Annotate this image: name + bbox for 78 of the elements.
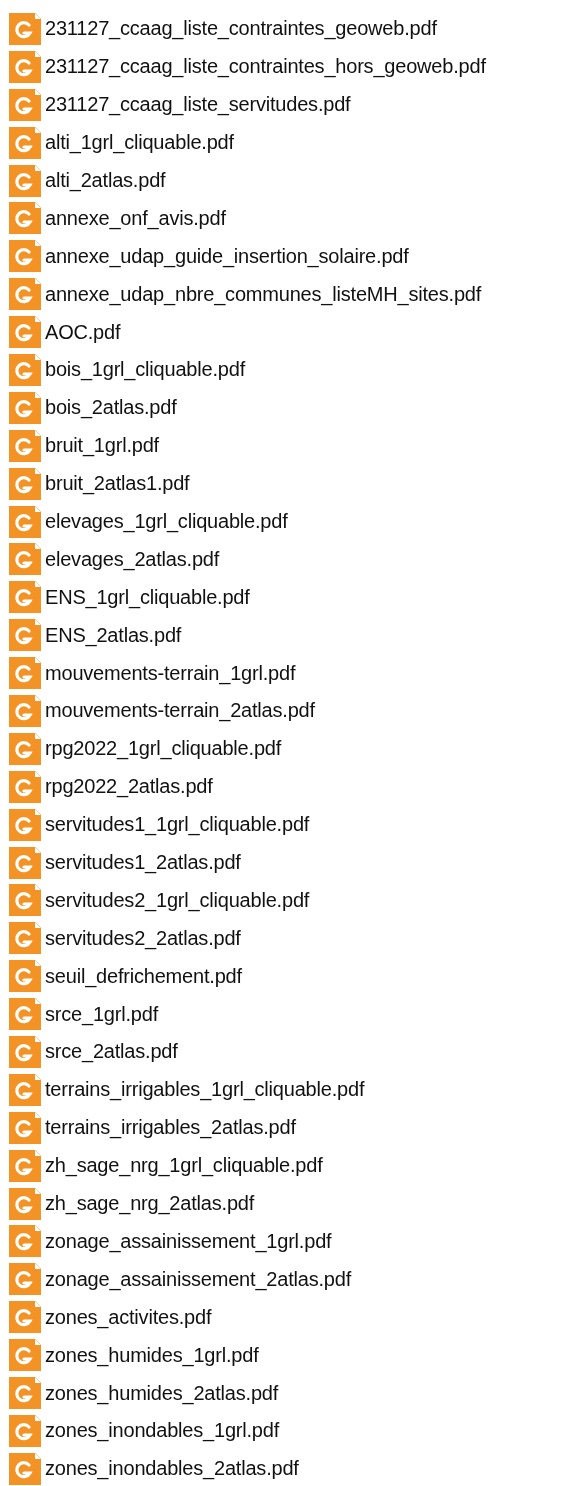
file-name[interactable]: AOC.pdf [45,320,121,344]
file-name[interactable]: srce_1grl.pdf [45,1002,158,1026]
pdf-file-icon [9,316,41,349]
pdf-file-icon [9,88,41,121]
pdf-file-icon [9,1149,41,1182]
file-name[interactable]: terrains_irrigables_1grl_cliquable.pdf [45,1078,365,1102]
file-name[interactable]: servitudes2_2atlas.pdf [45,926,241,950]
file-name[interactable]: servitudes2_1grl_cliquable.pdf [45,888,310,912]
pdf-file-icon [9,202,41,235]
file-name[interactable]: zones_activites.pdf [45,1305,212,1329]
file-name[interactable]: zones_inondables_1grl.pdf [45,1419,280,1443]
file-name[interactable]: 231127_ccaag_liste_contraintes_hors_geoweb.pdf [45,55,486,79]
file-name[interactable]: alti_2atlas.pdf [45,169,166,192]
pdf-file-icon [9,1073,41,1106]
file-name[interactable]: bois_1grl_cliquable.pdf [45,358,245,382]
file-name[interactable]: bruit_2atlas1.pdf [45,472,190,496]
file-name[interactable]: zones_inondables_2atlas.pdf [45,1457,299,1481]
pdf-file-icon [9,50,41,83]
file-name[interactable]: zh_sage_nrg_1grl_cliquable.pdf [45,1154,323,1178]
pdf-file-icon [9,1414,41,1447]
pdf-file-icon [9,1377,41,1409]
file-name[interactable]: rpg2022_2atlas.pdf [45,775,213,799]
pdf-file-icon [9,1187,41,1220]
file-name[interactable]: rpg2022_1grl_cliquable.pdf [45,737,282,761]
file-name[interactable]: annexe_udap_guide_insertion_solaire.pdf [45,244,409,268]
pdf-file-icon [9,467,41,500]
pdf-file-icon [9,543,41,576]
file-name[interactable]: alti_1grl_cliquable.pdf [45,131,234,155]
pdf-file-icon [9,960,41,993]
pdf-file-icon [9,353,41,386]
file-name[interactable]: mouvements-terrain_1grl.pdf [45,661,296,685]
pdf-file-icon [9,1036,41,1068]
pdf-file-icon [9,429,41,462]
file-name[interactable]: servitudes1_1grl_cliquable.pdf [45,813,310,837]
pdf-file-icon [9,1339,41,1372]
file-name[interactable]: mouvements-terrain_2atlas.pdf [45,699,315,723]
pdf-file-icon [9,1301,41,1334]
pdf-file-icon [9,808,41,841]
pdf-file-icon [9,770,41,803]
file-name[interactable]: zones_humides_2atlas.pdf [45,1381,279,1405]
file-name[interactable]: annexe_onf_avis.pdf [45,206,226,230]
pdf-file-icon [9,581,41,614]
pdf-file-icon [9,732,41,765]
pdf-file-icon [9,278,41,311]
file-name[interactable]: zonage_assainissement_1grl.pdf [45,1229,332,1253]
pdf-file-icon [9,619,41,652]
pdf-file-icon [9,922,41,955]
file-name[interactable]: servitudes1_2atlas.pdf [45,851,241,875]
file-name[interactable]: bois_2atlas.pdf [45,396,177,420]
file-name[interactable]: ENS_1grl_cliquable.pdf [45,585,250,609]
file-name[interactable]: bruit_1grl.pdf [45,434,159,458]
pdf-file-icon [9,12,41,45]
pdf-file-icon [9,998,41,1031]
pdf-file-icon [9,126,41,159]
file-name[interactable]: zonage_assainissement_2atlas.pdf [45,1267,352,1291]
pdf-file-icon [9,505,41,538]
pdf-file-icon [9,1452,41,1485]
pdf-file-icon [9,164,41,197]
file-name[interactable]: 231127_ccaag_liste_contraintes_geoweb.pdf [45,17,437,41]
pdf-file-icon [9,1225,41,1258]
pdf-file-icon [9,1111,41,1144]
file-name[interactable]: terrains_irrigables_2atlas.pdf [45,1116,296,1140]
file-name[interactable]: annexe_udap_nbre_communes_listeMH_sites.pdf [45,282,482,306]
pdf-file-icon [9,884,41,917]
pdf-file-icon [9,694,41,727]
file-name[interactable]: srce_2atlas.pdf [45,1040,178,1064]
pdf-file-icon [9,1263,41,1296]
pdf-file-icon [9,391,41,424]
file-name[interactable]: elevages_1grl_cliquable.pdf [45,510,288,533]
file-name[interactable]: seuil_defrichement.pdf [45,964,242,988]
pdf-file-icon [9,657,41,690]
file-name[interactable]: elevages_2atlas.pdf [45,547,220,571]
pdf-file-icon [9,240,41,273]
file-name[interactable]: zh_sage_nrg_2atlas.pdf [45,1192,255,1216]
file-name[interactable]: ENS_2atlas.pdf [45,623,182,647]
pdf-file-icon [9,846,41,879]
file-name[interactable]: 231127_ccaag_liste_servitudes.pdf [45,93,351,117]
file-name[interactable]: zones_humides_1grl.pdf [45,1343,259,1367]
